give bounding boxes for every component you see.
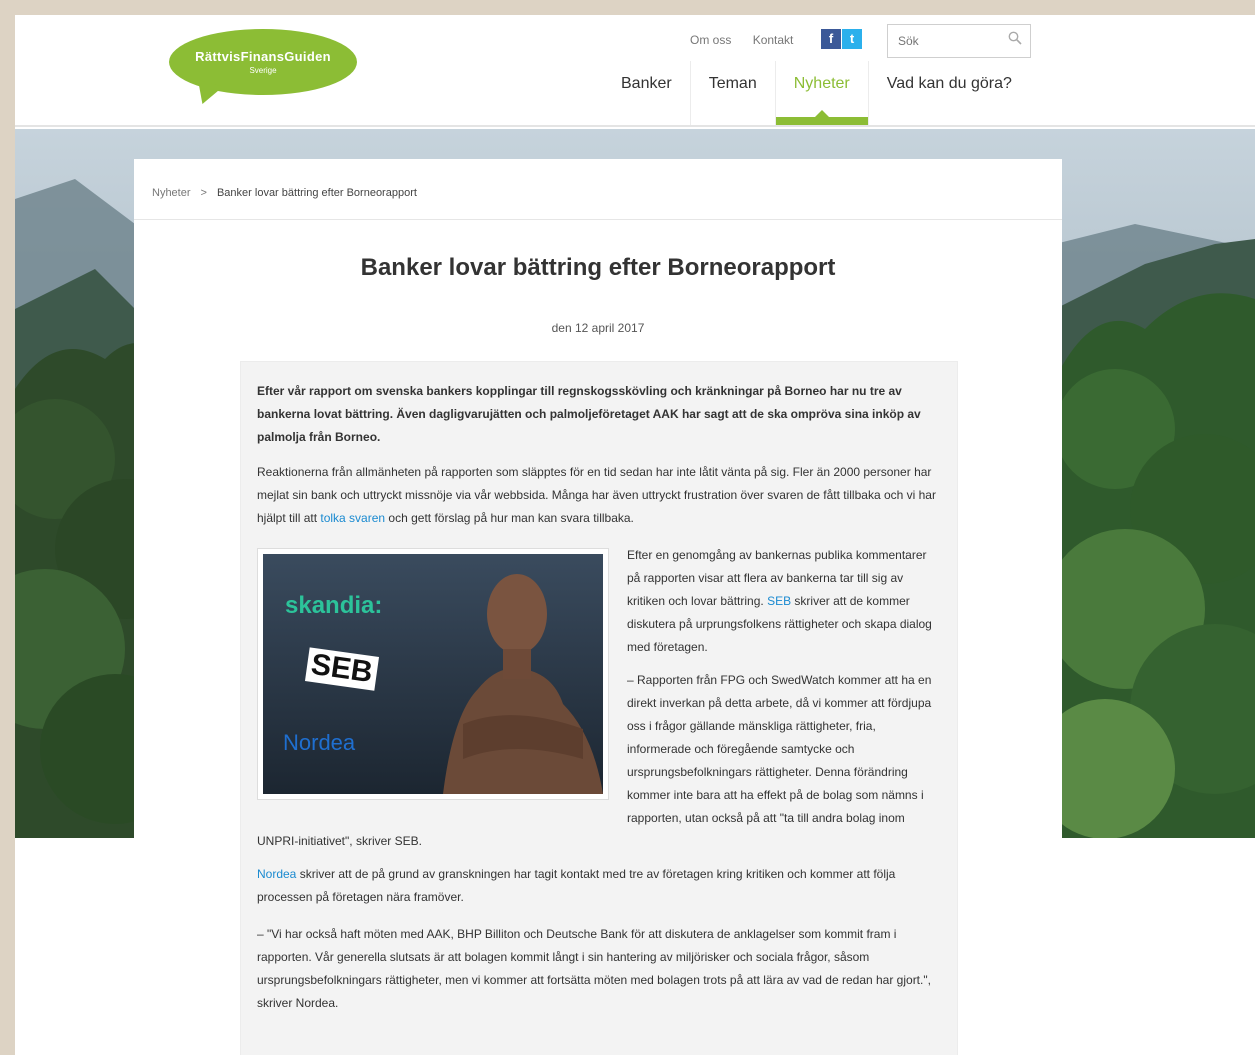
breadcrumb-separator: >	[200, 187, 207, 199]
article-paragraph-5: – "Vi har också haft möten med AAK, BHP …	[257, 927, 931, 1010]
nav-item-news[interactable]: Nyheter	[774, 61, 868, 125]
interpret-answers-link[interactable]: tolka svaren	[320, 511, 385, 525]
page: RättvisFinansGuiden Sverige Om oss Konta…	[15, 15, 1255, 1055]
article-date: den 12 april 2017	[551, 321, 645, 335]
breadcrumb-parent[interactable]: Nyheter	[152, 187, 191, 199]
top-link-contact[interactable]: Kontakt	[753, 33, 794, 47]
breadcrumb-divider	[134, 219, 1062, 220]
article-body: Efter vår rapport om svenska bankers kop…	[240, 361, 958, 1055]
article-image: skandia: SEB Nordea	[257, 548, 609, 800]
social-links: ft	[821, 29, 863, 49]
article-paragraph-1: Reaktionerna från allmänheten på rapport…	[257, 461, 941, 530]
nordea-link[interactable]: Nordea	[257, 867, 296, 881]
nav-item-what-can-you-do[interactable]: Vad kan du göra?	[867, 61, 1030, 125]
nav-item-banks[interactable]: Banker	[603, 61, 690, 125]
search-icon[interactable]	[1008, 31, 1022, 45]
search-box	[887, 24, 1031, 58]
paragraph-text: skriver att de på grund av granskningen …	[257, 867, 896, 904]
twitter-icon[interactable]: t	[842, 29, 862, 49]
breadcrumb-current: Banker lovar bättring efter Borneorappor…	[216, 187, 417, 199]
site-header: RättvisFinansGuiden Sverige Om oss Konta…	[15, 15, 1255, 127]
main-nav: Banker Teman Nyheter Vad kan du göra?	[603, 61, 1030, 125]
article-title: Banker lovar bättring efter Borneorappor…	[360, 254, 836, 281]
logo-subtitle: Sverige	[249, 66, 277, 75]
article-paragraph-4: Nordea skriver att de på grund av gransk…	[257, 863, 941, 909]
nav-item-themes[interactable]: Teman	[689, 61, 775, 125]
seb-link[interactable]: SEB	[767, 594, 791, 608]
search-input[interactable]	[888, 25, 998, 57]
top-link-about[interactable]: Om oss	[690, 33, 731, 47]
top-links: Om oss Kontakt	[690, 33, 811, 47]
article-figure-section: skandia: SEB Nordea Efter en genomgång a…	[257, 544, 941, 853]
article-card: Nyheter > Banker lovar bättring efter Born…	[134, 159, 1062, 1055]
facebook-icon[interactable]: f	[821, 29, 841, 49]
article-lead: Efter vår rapport om svenska bankers kop…	[257, 384, 921, 444]
paragraph-text: och gett förslag på hur man kan svara ti…	[385, 511, 634, 525]
logo-title: RättvisFinansGuiden	[195, 49, 331, 64]
skandia-logo: skandia:	[285, 592, 383, 619]
nordea-logo: Nordea	[283, 730, 356, 755]
breadcrumb: Nyheter > Banker lovar bättring efter Born…	[152, 187, 417, 199]
site-logo[interactable]: RättvisFinansGuiden Sverige	[169, 29, 357, 108]
campaign-image: skandia: SEB Nordea	[263, 554, 603, 794]
